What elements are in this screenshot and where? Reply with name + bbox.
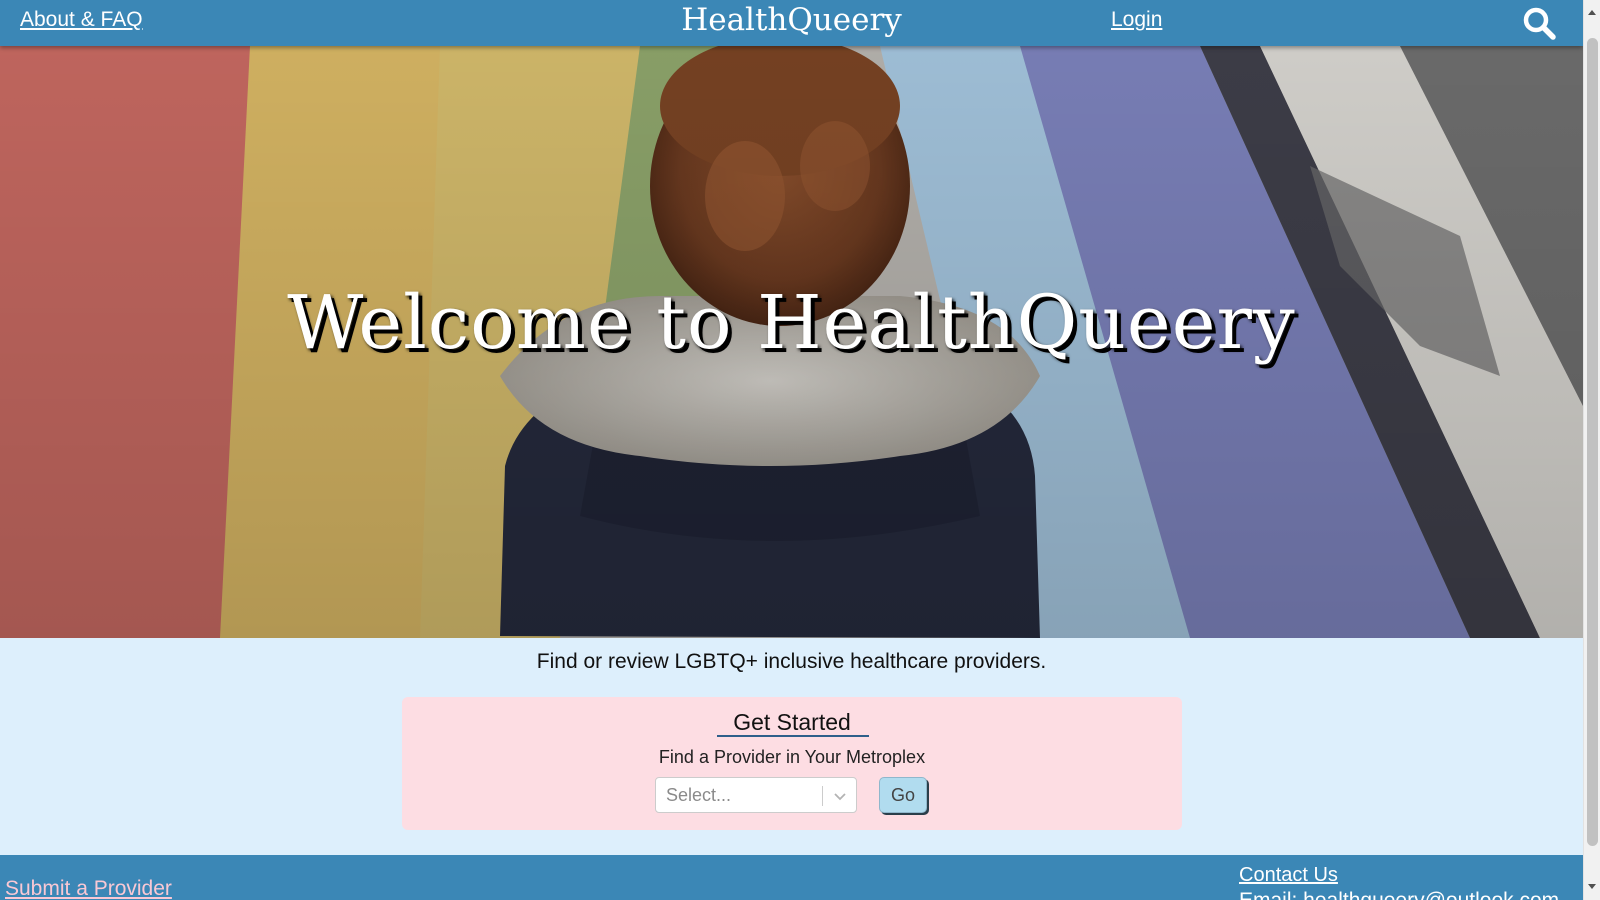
footer: Submit a Provider Contact Us Email: heal…	[0, 855, 1583, 900]
title-underline	[717, 735, 869, 737]
site-brand[interactable]: HealthQueery	[681, 2, 902, 38]
page: About & FAQ HealthQueery Login Welcome t…	[0, 0, 1583, 900]
submit-provider-link[interactable]: Submit a Provider	[5, 877, 172, 900]
about-faq-link[interactable]: About & FAQ	[20, 8, 143, 32]
chevron-down-icon[interactable]	[830, 786, 850, 806]
hero-banner: Welcome to HealthQueery	[0, 46, 1583, 638]
scroll-up-arrow-icon[interactable]	[1588, 10, 1596, 15]
select-separator	[822, 786, 823, 806]
scroll-thumb[interactable]	[1587, 38, 1598, 846]
search-button[interactable]	[1522, 6, 1556, 40]
go-button[interactable]: Go	[879, 777, 927, 813]
top-navbar: About & FAQ HealthQueery Login	[0, 0, 1583, 46]
login-link[interactable]: Login	[1111, 8, 1162, 32]
hero-title: Welcome to HealthQueery	[287, 280, 1296, 366]
get-started-card: Get Started Find a Provider in Your Metr…	[402, 697, 1182, 830]
brand-container: HealthQueery	[0, 2, 1583, 38]
search-icon	[1523, 7, 1556, 40]
contact-email-link[interactable]: Email: healthqueery@outlook.com	[1239, 889, 1559, 900]
select-placeholder: Select...	[666, 785, 732, 805]
metroplex-select[interactable]: Select...	[655, 777, 857, 813]
page-scrollbar[interactable]	[1583, 0, 1600, 900]
tagline: Find or review LGBTQ+ inclusive healthca…	[536, 650, 1047, 673]
get-started-title: Get Started	[733, 709, 851, 735]
scroll-down-arrow-icon[interactable]	[1588, 884, 1596, 889]
find-provider-label: Find a Provider in Your Metroplex	[658, 747, 926, 767]
contact-us-heading: Contact Us	[1239, 864, 1338, 886]
